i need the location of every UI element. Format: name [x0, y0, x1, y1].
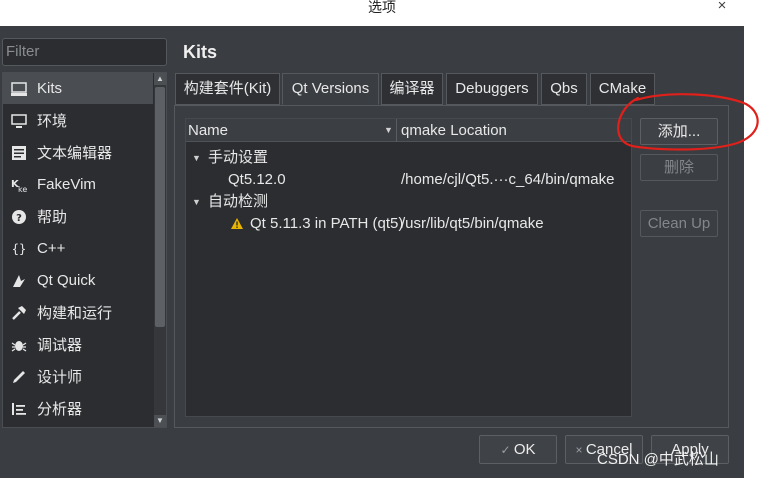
sidebar-item-kits[interactable]: Kits	[3, 73, 153, 104]
sidebar-item-label: 调试器	[37, 337, 83, 354]
sidebar-item-label: C++	[37, 240, 66, 257]
sidebar-item-label: Kits	[37, 80, 63, 97]
svg-text:ke: ke	[18, 185, 27, 193]
scroll-up-icon[interactable]: ▲	[154, 73, 166, 85]
close-icon[interactable]: ×	[714, 0, 730, 14]
window-titlebar: 选项 ×	[0, 0, 764, 26]
add-button[interactable]: 添加...	[640, 118, 718, 145]
sidebar-item-help[interactable]: ? 帮助	[3, 201, 153, 232]
cancel-icon: ×	[575, 443, 586, 457]
qmake-location: /usr/lib/qt5/bin/qmake	[401, 215, 544, 232]
sidebar-item-label: 文本编辑器	[37, 145, 113, 162]
sidebar-item-text-editor[interactable]: 文本编辑器	[3, 137, 153, 168]
ok-button[interactable]: ✓ OK	[479, 435, 557, 464]
sidebar-item-label: 分析器	[37, 401, 83, 418]
fakevim-icon: Kke	[10, 176, 28, 194]
group-row-manual[interactable]: ▼ 手动设置	[186, 147, 631, 169]
tab-compilers[interactable]: 编译器	[381, 73, 443, 105]
tab-cmake[interactable]: CMake	[590, 73, 655, 105]
sidebar-item-analyzer[interactable]: 分析器	[3, 393, 153, 424]
tree-header: Name ▼ qmake Location	[186, 119, 631, 142]
column-header-name[interactable]: Name	[188, 119, 228, 142]
sidebar-item-label: FakeVim	[37, 176, 96, 193]
page-title: Kits	[183, 42, 218, 62]
braces-icon: {}	[11, 241, 27, 256]
table-row[interactable]: Qt 5.11.3 in PATH (qt5) /usr/lib/qt5/bin…	[186, 213, 631, 235]
sidebar-item-debugger[interactable]: 调试器	[3, 329, 153, 360]
sidebar-item-designer[interactable]: 设计师	[3, 361, 153, 392]
help-icon: ?	[10, 208, 28, 226]
tab-debuggers[interactable]: Debuggers	[446, 73, 538, 105]
sidebar-item-label: 设计师	[37, 369, 83, 386]
sidebar-item-label: 构建和运行	[37, 305, 113, 322]
tab-qbs[interactable]: Qbs	[541, 73, 587, 105]
sidebar-scrollbar[interactable]: ▲ ▼	[154, 73, 166, 427]
sidebar-item-label: 环境	[37, 113, 68, 130]
group-label: 自动检测	[208, 193, 269, 210]
window-title: 选项	[368, 0, 396, 15]
warning-icon	[231, 218, 243, 229]
monitor-icon	[10, 112, 28, 130]
table-row[interactable]: Qt5.12.0 /home/cjl/Qt5.···c_64/bin/qmake	[186, 169, 631, 191]
kits-icon	[10, 80, 28, 98]
clean-up-button[interactable]: Clean Up	[640, 210, 718, 237]
group-label: 手动设置	[208, 149, 269, 166]
tab-qt-versions[interactable]: Qt Versions	[282, 73, 379, 105]
remove-button[interactable]: 删除	[640, 154, 718, 181]
check-icon: ✓	[500, 443, 514, 457]
ok-label: OK	[513, 441, 536, 458]
column-separator	[396, 119, 397, 142]
qt-quick-icon	[10, 272, 28, 290]
sidebar-item-environment[interactable]: 环境	[3, 105, 153, 136]
category-list: Kits 环境 文本编辑器 Kke FakeVim ? 帮助 {} C++ Qt…	[3, 73, 153, 427]
column-header-qmake-location[interactable]: qmake Location	[401, 119, 507, 142]
sidebar-item-label: Qt Quick	[37, 272, 96, 289]
filter-input[interactable]: Filter	[2, 38, 167, 66]
expand-arrow-icon[interactable]: ▼	[192, 191, 201, 213]
sort-indicator-icon: ▼	[384, 125, 393, 135]
watermark: CSDN @中武松山	[597, 451, 719, 468]
background-strip	[744, 0, 764, 478]
hammer-icon	[10, 304, 28, 322]
sidebar-item-label: 帮助	[37, 209, 68, 226]
scroll-down-icon[interactable]: ▼	[154, 415, 166, 427]
analyzer-icon	[10, 400, 28, 418]
options-dialog: Filter Kits 环境 文本编辑器 K ke FakeVim ? 帮助 {…	[0, 26, 744, 478]
bug-icon	[10, 336, 28, 354]
text-editor-icon	[10, 144, 28, 162]
sidebar-item-fakevim[interactable]: Kke FakeVim	[3, 169, 153, 200]
pen-icon	[10, 368, 28, 386]
sidebar-item-build-run[interactable]: 构建和运行	[3, 297, 153, 328]
category-sidebar: Kits 环境 文本编辑器 Kke FakeVim ? 帮助 {} C++ Qt…	[2, 72, 167, 428]
group-row-auto[interactable]: ▼ 自动检测	[186, 191, 631, 213]
version-name: Qt5.12.0	[228, 171, 286, 188]
expand-arrow-icon[interactable]: ▼	[192, 147, 201, 169]
tab-kits[interactable]: 构建套件(Kit)	[175, 73, 280, 105]
sidebar-item-qt-quick[interactable]: Qt Quick	[3, 265, 153, 296]
version-name: Qt 5.11.3 in PATH (qt5)	[250, 215, 404, 232]
sidebar-item-cpp[interactable]: {} C++	[3, 233, 153, 264]
svg-text:?: ?	[16, 213, 22, 224]
scrollbar-thumb[interactable]	[155, 87, 165, 327]
qt-versions-tree[interactable]: Name ▼ qmake Location ▼ 手动设置 Qt5.12.0 /h…	[185, 118, 632, 417]
qmake-location: /home/cjl/Qt5.···c_64/bin/qmake	[401, 171, 615, 188]
